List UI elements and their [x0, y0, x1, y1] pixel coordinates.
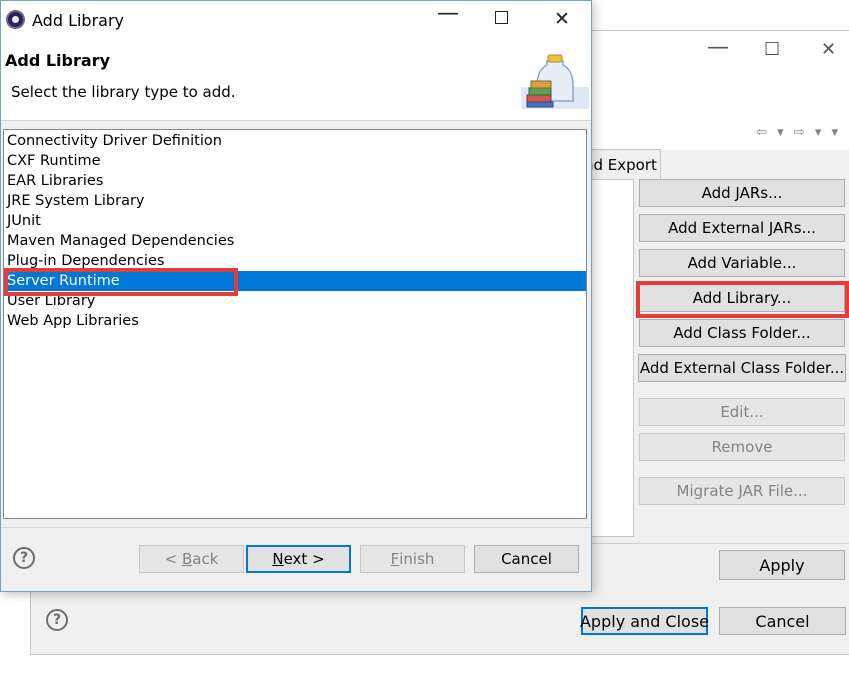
back-mnemonic: B: [181, 550, 193, 568]
dialog-titlebar: Add Library — ✕: [1, 1, 591, 39]
back-label: ack: [192, 550, 219, 568]
minimize-icon[interactable]: —: [437, 1, 459, 26]
maximize-icon[interactable]: [495, 11, 508, 24]
add-library-dialog: Add Library — ✕ Add Library Select the l…: [0, 0, 592, 592]
tab-order-and-export[interactable]: nd Export: [581, 149, 661, 179]
help-icon[interactable]: ?: [13, 547, 35, 569]
add-external-class-folder-button[interactable]: Add External Class Folder...: [638, 354, 846, 382]
add-external-jars-button[interactable]: Add External JARs...: [639, 214, 845, 242]
back-prefix: <: [164, 550, 182, 568]
add-variable-button[interactable]: Add Variable...: [639, 249, 845, 277]
close-icon[interactable]: ✕: [821, 39, 836, 60]
close-icon[interactable]: ✕: [554, 8, 570, 30]
library-type-list[interactable]: Connectivity Driver Definition CXF Runtim…: [3, 129, 587, 519]
add-jars-button[interactable]: Add JARs...: [639, 179, 845, 207]
list-item[interactable]: JRE System Library: [4, 191, 586, 211]
annotation-highlight-box: [636, 281, 849, 318]
list-item[interactable]: EAR Libraries: [4, 171, 586, 191]
list-item[interactable]: JUnit: [4, 211, 586, 231]
dialog-header: Add Library Select the library type to a…: [1, 39, 591, 121]
annotation-highlight-box: [4, 268, 238, 296]
divider: [1, 527, 591, 528]
list-item[interactable]: Web App Libraries: [4, 311, 586, 331]
next-button[interactable]: Next >: [246, 545, 351, 573]
page-description: Select the library type to add.: [11, 83, 236, 101]
page-title: Add Library: [5, 51, 110, 70]
finish-mnemonic: F: [390, 550, 400, 568]
list-item[interactable]: Connectivity Driver Definition: [4, 131, 586, 151]
finish-label: inish: [399, 550, 435, 568]
finish-button: Finish: [360, 545, 465, 573]
dialog-window-title: Add Library: [32, 11, 125, 30]
remove-button: Remove: [639, 433, 845, 461]
minimize-icon[interactable]: —: [707, 35, 729, 60]
list-item[interactable]: Maven Managed Dependencies: [4, 231, 586, 251]
edit-button: Edit...: [639, 398, 845, 426]
library-books-icon: [521, 54, 589, 109]
apply-button[interactable]: Apply: [719, 550, 845, 580]
apply-and-close-button[interactable]: Apply and Close: [580, 607, 709, 635]
cancel-button[interactable]: Cancel: [474, 545, 579, 573]
next-mnemonic: N: [272, 550, 284, 568]
back-button: < Back: [139, 545, 244, 573]
navigation-arrows-icon[interactable]: ⇦ ▾ ⇨ ▾ ▾: [756, 125, 841, 140]
list-item[interactable]: CXF Runtime: [4, 151, 586, 171]
maximize-icon[interactable]: ☐: [764, 39, 780, 60]
eclipse-app-icon: [6, 10, 25, 29]
migrate-jar-file-button: Migrate JAR File...: [639, 477, 845, 505]
help-icon[interactable]: ?: [46, 609, 68, 631]
cancel-button[interactable]: Cancel: [719, 607, 846, 635]
add-class-folder-button[interactable]: Add Class Folder...: [639, 319, 845, 347]
next-label: ext >: [283, 550, 325, 568]
